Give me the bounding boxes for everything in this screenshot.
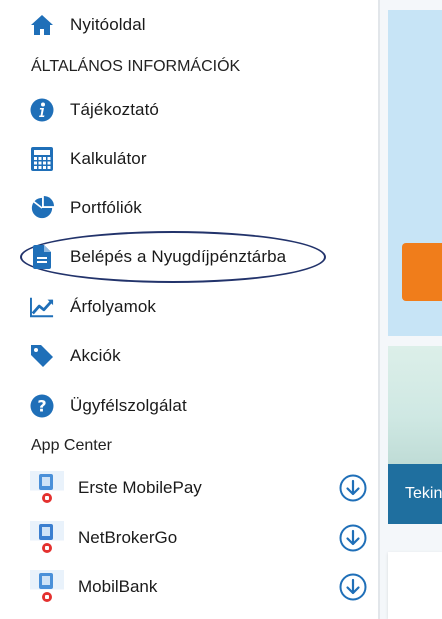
document-icon bbox=[30, 245, 54, 269]
menu-item-promotions[interactable]: Akciók bbox=[30, 341, 121, 371]
menu-item-portfolios[interactable]: Portfóliók bbox=[30, 193, 142, 223]
main-content-peek: Tekin bbox=[378, 0, 442, 619]
banner-image bbox=[388, 346, 442, 464]
app-item-erste-mobilepay[interactable]: Erste MobilePay bbox=[30, 471, 202, 505]
download-icon[interactable] bbox=[339, 474, 367, 502]
download-icon[interactable] bbox=[339, 524, 367, 552]
erste-mobilepay-icon bbox=[30, 471, 64, 505]
section-title-app-center: App Center bbox=[31, 437, 112, 454]
menu-item-label: Ügyfélszolgálat bbox=[70, 396, 187, 415]
menu-item-label: Nyitóoldal bbox=[70, 15, 146, 34]
app-item-label: NetBrokerGo bbox=[78, 528, 178, 547]
line-chart-icon bbox=[30, 295, 54, 319]
content-card bbox=[388, 552, 442, 619]
app-item-label: Erste MobilePay bbox=[78, 478, 202, 497]
info-icon bbox=[30, 98, 54, 122]
home-icon bbox=[30, 13, 54, 37]
menu-item-label: Kalkulátor bbox=[70, 149, 147, 168]
pie-chart-icon bbox=[30, 196, 54, 220]
tag-icon bbox=[30, 344, 54, 368]
app-item-label: MobilBank bbox=[78, 577, 158, 596]
app-item-mobilbank[interactable]: MobilBank bbox=[30, 570, 157, 604]
banner-caption-text: Tekin bbox=[405, 485, 442, 502]
side-menu: Nyitóoldal ÁLTALÁNOS INFORMÁCIÓK Tájékoz… bbox=[0, 0, 378, 619]
help-icon: ? bbox=[30, 394, 54, 418]
svg-text:?: ? bbox=[37, 397, 46, 416]
download-icon[interactable] bbox=[339, 573, 367, 601]
orange-button[interactable] bbox=[402, 243, 442, 301]
calculator-icon bbox=[30, 147, 54, 171]
menu-item-label: Akciók bbox=[70, 346, 121, 365]
menu-item-label: Tájékoztató bbox=[70, 100, 159, 119]
menu-item-join-pension-fund[interactable]: Belépés a Nyugdíjpénztárba bbox=[30, 242, 286, 272]
menu-item-label: Portfóliók bbox=[70, 198, 142, 217]
menu-item-customer-service[interactable]: ? Ügyfélszolgálat bbox=[30, 391, 187, 421]
menu-divider bbox=[378, 0, 380, 619]
netbrokergo-icon bbox=[30, 521, 64, 555]
menu-item-home[interactable]: Nyitóoldal bbox=[30, 10, 146, 40]
menu-item-exchange-rates[interactable]: Árfolyamok bbox=[30, 292, 156, 322]
mobilbank-icon bbox=[30, 570, 64, 604]
app-item-netbrokergo[interactable]: NetBrokerGo bbox=[30, 521, 177, 555]
menu-item-info[interactable]: Tájékoztató bbox=[30, 95, 159, 125]
menu-item-label: Árfolyamok bbox=[70, 297, 157, 316]
menu-item-label: Belépés a Nyugdíjpénztárba bbox=[70, 247, 287, 266]
menu-item-calculator[interactable]: Kalkulátor bbox=[30, 144, 147, 174]
section-title-general: ÁLTALÁNOS INFORMÁCIÓK bbox=[31, 58, 241, 75]
